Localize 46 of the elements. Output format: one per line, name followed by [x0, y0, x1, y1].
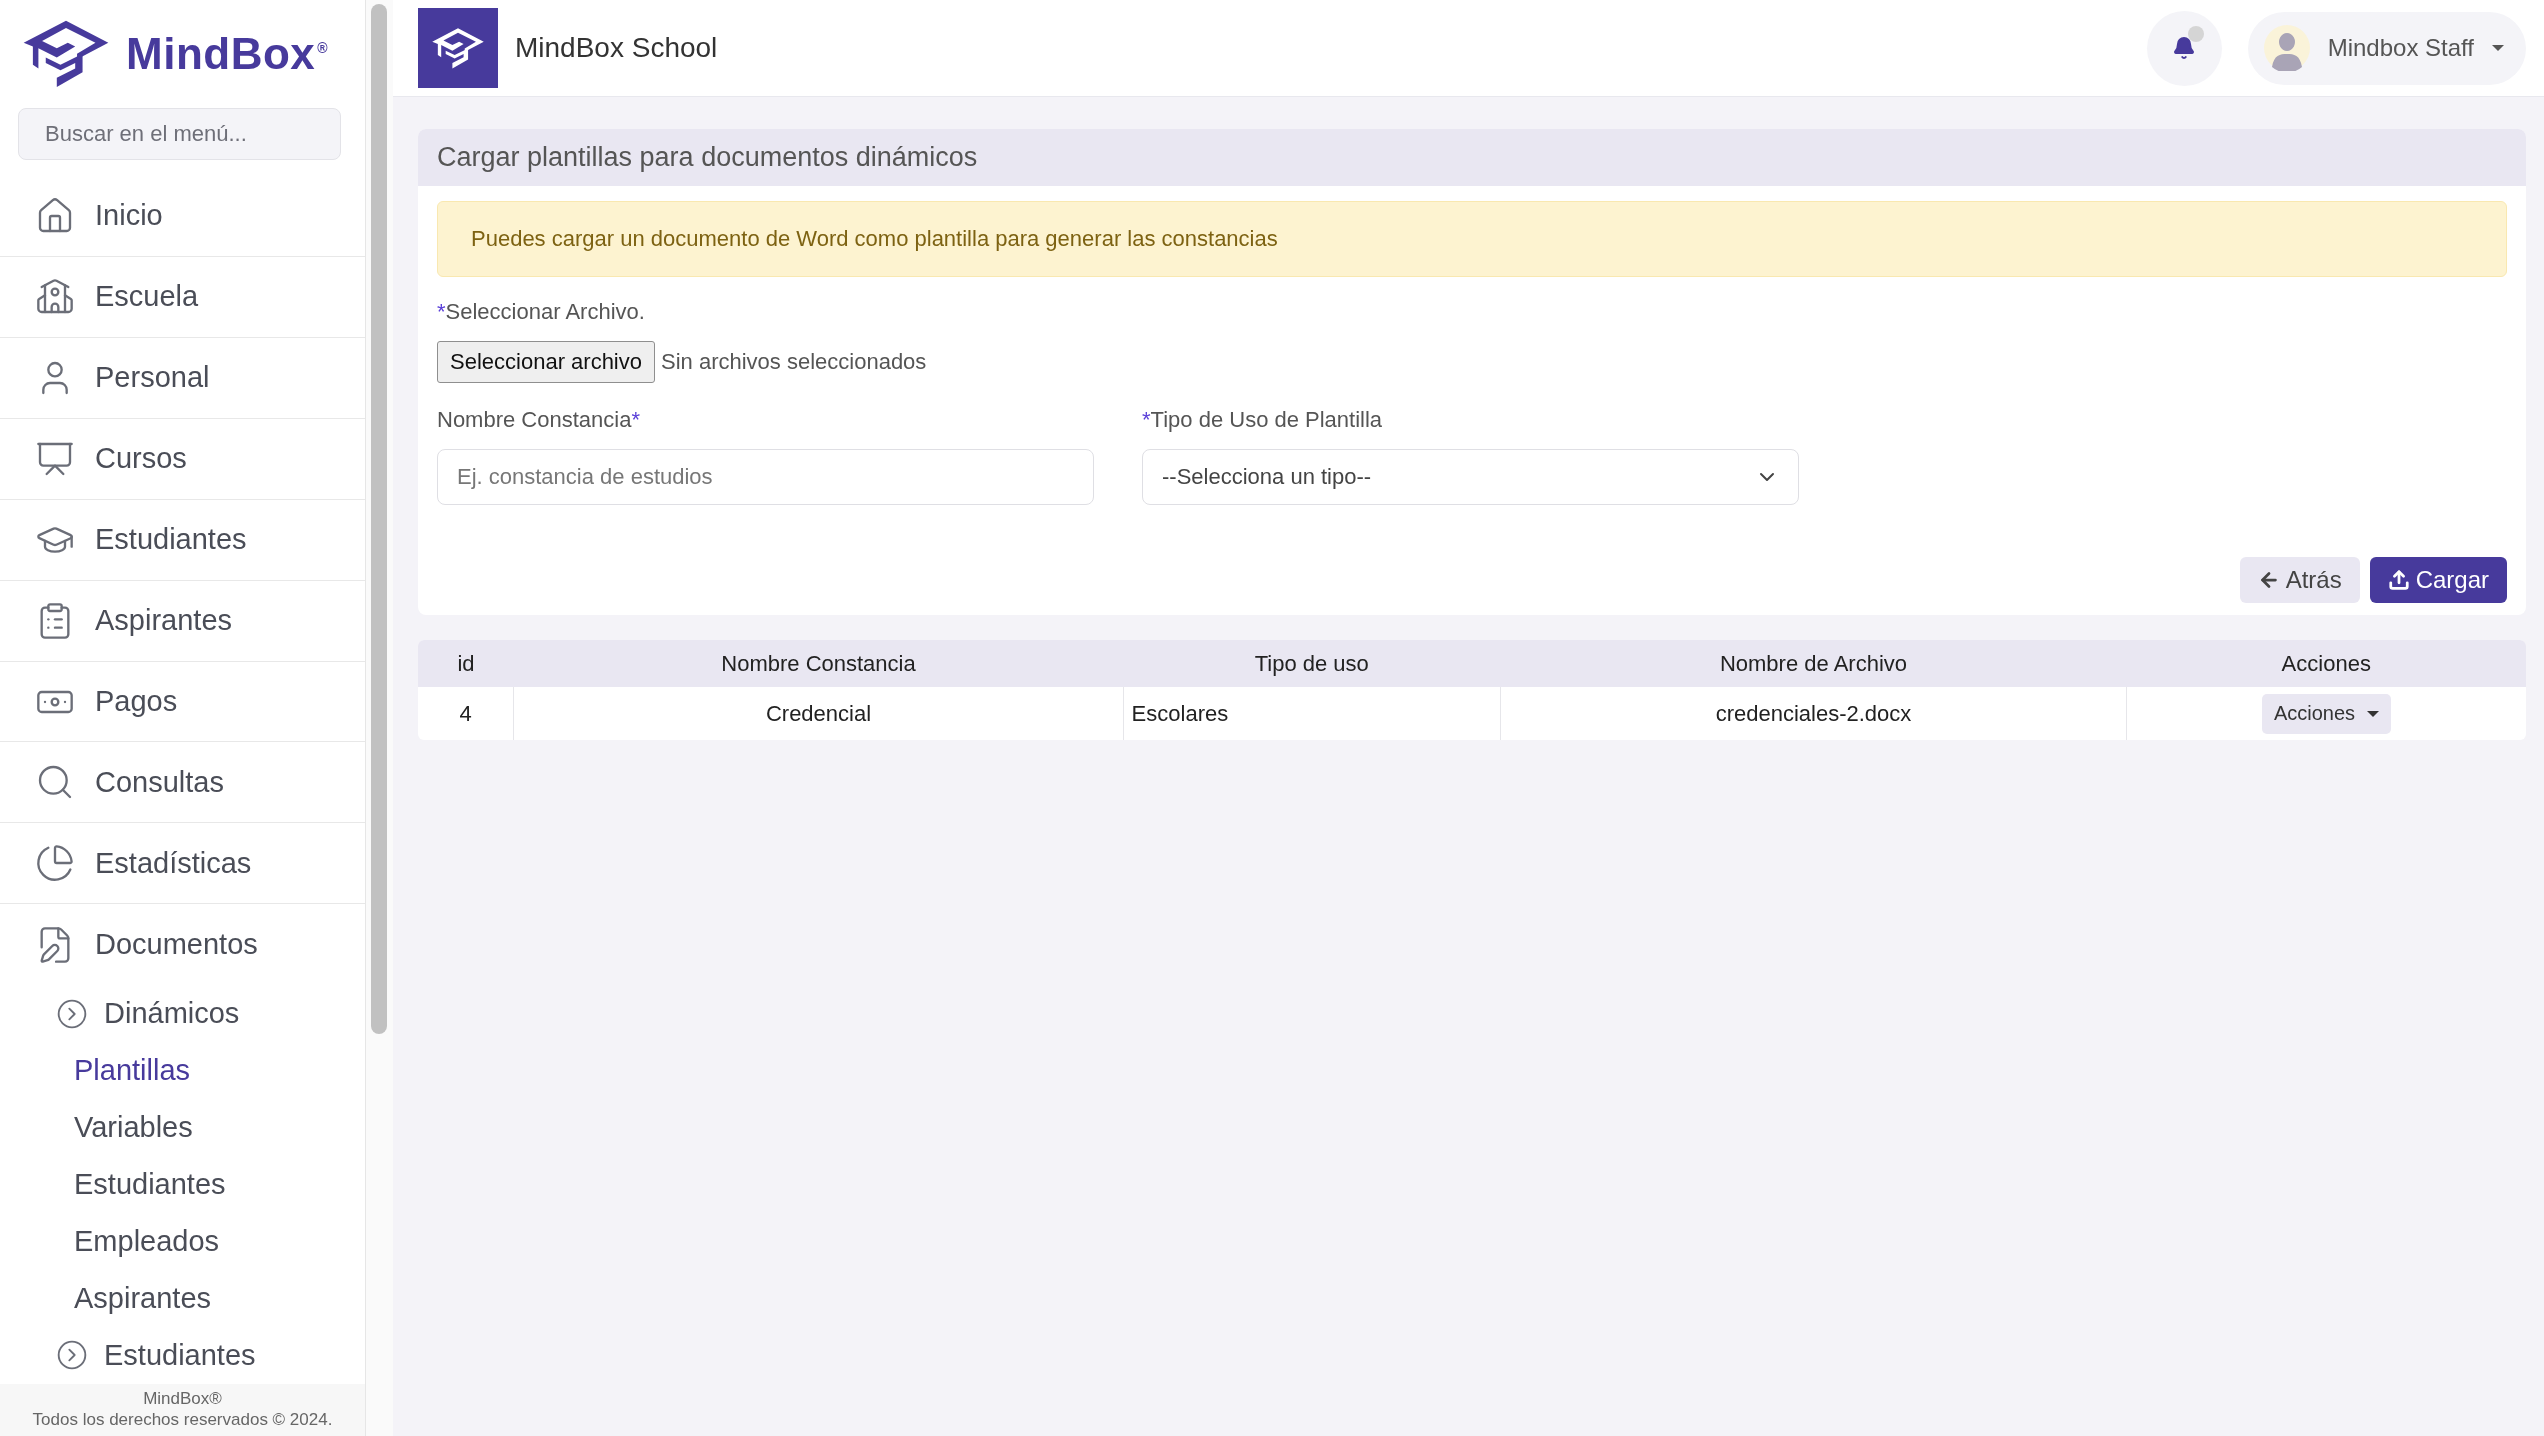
name-input-field[interactable]: Ej. constancia de estudios [437, 449, 1094, 505]
sidebar-item[interactable]: Documentos [0, 904, 365, 986]
sidebar-item[interactable]: Aspirantes [0, 580, 365, 662]
sidebar-link[interactable]: Aspirantes [0, 1270, 365, 1327]
info-alert: Puedes cargar un documento de Word como plantilla para generar las constancias [437, 201, 2507, 277]
field-label: *Seleccionar Archivo. [437, 299, 646, 325]
chevron-circle-icon [56, 1339, 88, 1372]
column-header: Acciones [2126, 640, 2526, 687]
actions-dropdown-button[interactable]: Acciones [2261, 693, 2392, 734]
sidebar-link[interactable]: Empleados [0, 1213, 365, 1271]
file-status-text: Sin archivos seleccionados [661, 349, 927, 375]
user-menu-button[interactable]: Mindbox Staff [2247, 11, 2526, 85]
footer-text: Todos los derechos reservados © 2024. [32, 1409, 333, 1430]
column-header: id [418, 640, 514, 687]
avatar-icon [2263, 25, 2310, 71]
sidebar-link[interactable]: Plantillas [0, 1042, 365, 1100]
pie-chart-icon [35, 843, 75, 884]
caret-icon [2492, 45, 2504, 51]
notification-dot [2187, 25, 2204, 42]
brand-logo-text: MindBox$^{®}$ [126, 28, 329, 79]
column-header: Nombre de Archivo [1500, 640, 2127, 687]
logo-mark-icon [430, 25, 486, 71]
footer-text: MindBox® [143, 1388, 222, 1409]
menu-search-field[interactable]: Buscar en el menú... [18, 107, 341, 160]
table-cell: credenciales-2.docx [1500, 687, 2127, 740]
upload-button[interactable]: Cargar [2369, 557, 2507, 603]
sidebar-item[interactable]: Escuela [0, 256, 365, 338]
bell-icon [2172, 36, 2197, 60]
school-name: MindBox School [515, 32, 719, 64]
sidebar-subitem[interactable]: Dinámicos [0, 985, 365, 1043]
sidebar-link[interactable]: Estudiantes [0, 1156, 365, 1214]
upload-icon [2387, 569, 2410, 591]
column-header: Tipo de uso [1123, 640, 1501, 687]
sidebar-subitem[interactable]: Estudiantes [0, 1327, 365, 1384]
field-label: *Tipo de Uso de Plantilla [1142, 407, 1384, 433]
sidebar-link[interactable]: Variables [0, 1099, 365, 1157]
column-header: Nombre Constancia [513, 640, 1124, 687]
back-button[interactable]: Atrás [2239, 557, 2360, 603]
field-label: Nombre Constancia* [437, 407, 641, 433]
table-cell: Escolares [1123, 687, 1501, 740]
type-select[interactable]: --Selecciona un tipo-- [1142, 449, 1799, 505]
table-cell: 4 [418, 687, 514, 740]
choose-file-button[interactable]: Seleccionar archivo [437, 341, 655, 383]
table-cell: Credencial [513, 687, 1124, 740]
card-title: Cargar plantillas para documentos dinámicos [418, 129, 2526, 186]
chevron-circle-icon [56, 997, 88, 1030]
